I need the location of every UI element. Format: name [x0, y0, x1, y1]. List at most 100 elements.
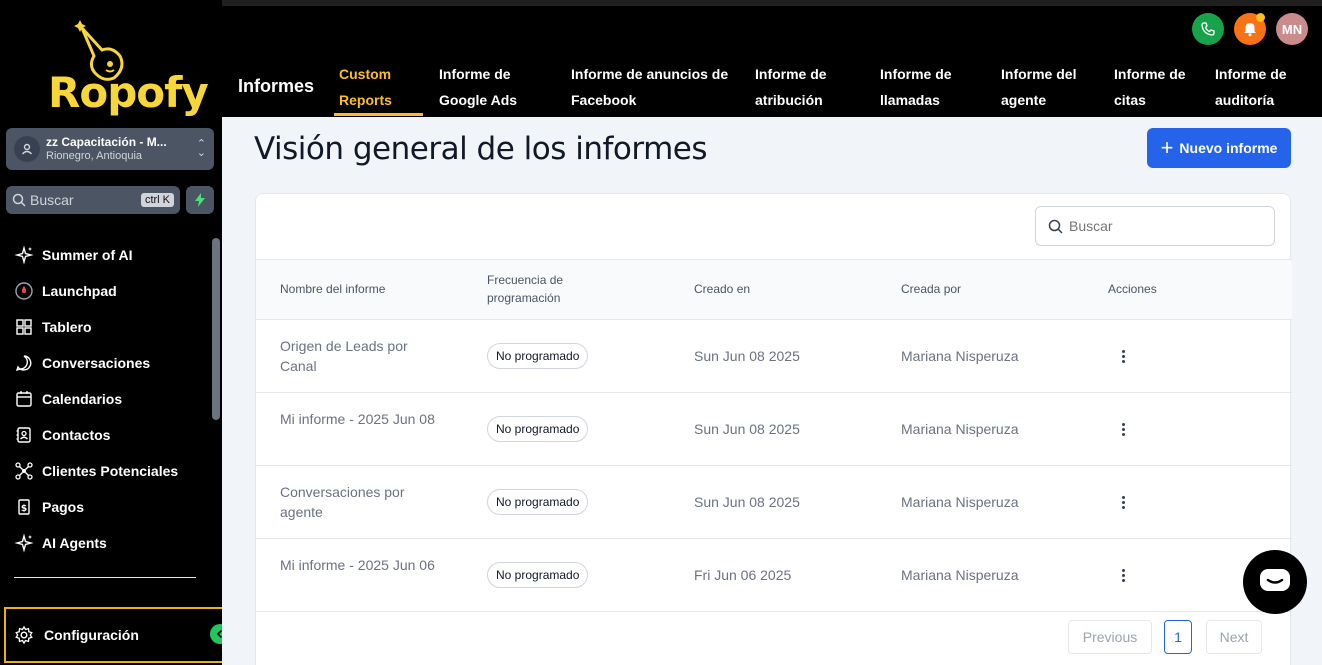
quick-actions-button[interactable]: [186, 186, 214, 214]
sidebar-item-contactos[interactable]: Contactos: [0, 417, 210, 453]
pipeline-icon: [15, 462, 33, 480]
report-name[interactable]: Mi informe - 2025 Jun 08: [280, 409, 440, 429]
sidebar-divider: [14, 577, 196, 578]
more-vertical-icon[interactable]: [1118, 565, 1128, 585]
bell-icon: [1244, 23, 1256, 37]
sidebar-item-tablero[interactable]: Tablero: [0, 309, 210, 345]
sidebar-search[interactable]: Buscar ctrl K: [6, 186, 180, 214]
report-name[interactable]: Origen de Leads por Canal: [280, 336, 440, 376]
tab-agent[interactable]: Informe del agente: [1001, 61, 1076, 113]
report-name[interactable]: Mi informe - 2025 Jun 06: [280, 555, 440, 575]
tab-label-line1: Informe de anuncios de: [571, 66, 729, 82]
bolt-icon: [195, 193, 205, 207]
sidebar-item-summer-of-ai[interactable]: Summer of AI: [0, 237, 210, 273]
column-header-frequency: Frecuencia de programación: [487, 273, 564, 305]
sidebar-item-ai-agents[interactable]: AI Agents: [0, 525, 210, 561]
sidebar-item-label: Pagos: [42, 499, 85, 515]
frequency-badge: No programado: [487, 489, 589, 515]
tab-label-line1: Informe de: [880, 66, 952, 82]
sidebar-item-label: Launchpad: [42, 283, 117, 299]
tab-calls[interactable]: Informe de llamadas: [880, 61, 952, 113]
search-icon: [12, 193, 26, 207]
notification-dot: [1256, 13, 1265, 22]
sidebar-item-label: Tablero: [42, 319, 92, 335]
created-by: Mariana Nisperuza: [901, 567, 1019, 583]
chat-icon: [1260, 569, 1290, 591]
page-number-button[interactable]: 1: [1164, 620, 1192, 654]
tab-label-line1: Custom: [339, 66, 392, 82]
tab-google-ads[interactable]: Informe de Google Ads: [439, 61, 517, 113]
tab-label-line2: llamadas: [880, 92, 940, 108]
sidebar: Ropofy zz Capacitación - M... Rionegro, …: [0, 0, 234, 665]
location-city: Rionegro, Antioquia: [46, 150, 143, 162]
sidebar-item-label: AI Agents: [42, 535, 107, 551]
top-navigation: Informes Custom Reports Informe de Googl…: [222, 0, 1322, 117]
rocket-icon: [15, 282, 33, 300]
sparkle-icon: [14, 533, 34, 553]
tab-label-line1: Informe del: [1001, 66, 1077, 82]
sidebar-item-label: Contactos: [42, 427, 111, 443]
plus-icon: +: [1160, 135, 1174, 160]
sidebar-item-label: Summer of AI: [42, 247, 133, 263]
tab-label-line1: Informe de: [755, 66, 827, 82]
location-switcher[interactable]: zz Capacitación - M... Rionegro, Antioqu…: [6, 128, 214, 170]
tab-audit[interactable]: Informe de auditoría: [1215, 61, 1287, 113]
phone-button[interactable]: [1192, 13, 1224, 45]
column-header-created: Creado en: [694, 282, 751, 296]
main-content: Visión general de los informes + Nuevo i…: [222, 117, 1322, 665]
table-row[interactable]: Origen de Leads por Canal No programado …: [256, 320, 1292, 393]
table-search[interactable]: [1035, 206, 1275, 246]
sidebar-scrollbar[interactable]: [212, 238, 220, 420]
tab-facebook-ads[interactable]: Informe de anuncios de Facebook: [571, 61, 728, 113]
sidebar-item-label: Calendarios: [42, 391, 123, 407]
sidebar-item-clientes-potenciales[interactable]: Clientes Potenciales: [0, 453, 210, 489]
tab-label-line2: citas: [1114, 92, 1146, 108]
table-row[interactable]: Conversaciones por agente No programado …: [256, 466, 1292, 539]
table-row[interactable]: Mi informe - 2025 Jun 08 No programado S…: [256, 393, 1292, 466]
more-vertical-icon[interactable]: [1118, 492, 1128, 512]
created-date: Sun Jun 08 2025: [694, 421, 800, 437]
contacts-icon: [16, 427, 31, 443]
table-search-input[interactable]: [1069, 218, 1249, 234]
column-header-author: Creada por: [901, 282, 962, 296]
more-vertical-icon[interactable]: [1118, 346, 1128, 366]
payments-icon: $: [18, 499, 30, 515]
tab-label-line1: Informe de: [439, 66, 511, 82]
chat-widget-button[interactable]: [1243, 550, 1307, 614]
brand-name: Ropofy: [48, 68, 209, 117]
column-header-name: Nombre del informe: [280, 282, 386, 296]
tab-custom-reports[interactable]: Custom Reports: [339, 61, 392, 113]
tab-attribution[interactable]: Informe de atribución: [755, 61, 827, 113]
tab-label-line1: Informe de: [1114, 66, 1186, 82]
svg-text:$: $: [21, 504, 27, 514]
search-icon: [1048, 219, 1063, 234]
sidebar-item-pagos[interactable]: $ Pagos: [0, 489, 210, 525]
tab-label-line2: Google Ads: [439, 92, 518, 108]
reports-card: Nombre del informe Frecuencia de program…: [255, 193, 1292, 665]
gear-icon: [15, 625, 33, 645]
sidebar-item-conversaciones[interactable]: Conversaciones: [0, 345, 210, 381]
new-report-button[interactable]: + Nuevo informe: [1147, 128, 1291, 168]
frequency-badge: No programado: [487, 343, 589, 369]
location-pin-icon: [14, 136, 40, 162]
report-name[interactable]: Conversaciones por agente: [280, 482, 440, 522]
created-by: Mariana Nisperuza: [901, 421, 1019, 437]
table-row[interactable]: Mi informe - 2025 Jun 06 No programado F…: [256, 539, 1292, 612]
chevron-up-down-icon: ⌃ ⌄: [196, 138, 206, 159]
next-page-button[interactable]: Next: [1206, 620, 1262, 654]
sidebar-item-calendarios[interactable]: Calendarios: [0, 381, 210, 417]
tab-label-line2: Reports: [339, 92, 392, 108]
created-date: Sun Jun 08 2025: [694, 494, 800, 510]
tab-appointments[interactable]: Informe de citas: [1114, 61, 1186, 113]
sidebar-search-placeholder: Buscar: [30, 192, 74, 208]
tab-label-line2: auditoría: [1215, 92, 1275, 108]
previous-page-button[interactable]: Previous: [1068, 620, 1152, 654]
new-report-label: Nuevo informe: [1179, 140, 1278, 156]
dashboard-icon: [16, 319, 32, 335]
user-avatar[interactable]: MN: [1276, 13, 1308, 45]
more-vertical-icon[interactable]: [1118, 419, 1128, 439]
section-title: Informes: [238, 76, 315, 96]
phone-icon: [1201, 22, 1215, 36]
sidebar-item-configuracion[interactable]: Configuración: [4, 607, 234, 663]
sidebar-item-launchpad[interactable]: Launchpad: [0, 273, 210, 309]
